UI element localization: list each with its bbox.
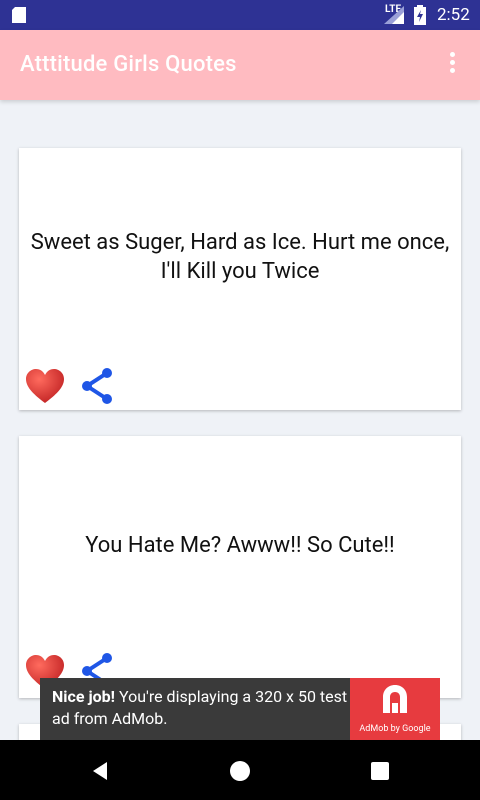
recents-icon[interactable] xyxy=(369,760,391,782)
admob-logo-icon xyxy=(383,685,407,713)
app-title: Atttitude Girls Quotes xyxy=(20,52,237,77)
more-vert-icon[interactable] xyxy=(440,50,464,80)
quote-text: Sweet as Suger, Hard as Ice. Hurt me onc… xyxy=(30,230,450,284)
heart-icon[interactable] xyxy=(25,368,65,404)
share-icon[interactable] xyxy=(79,367,115,405)
navigation-bar xyxy=(0,740,480,800)
signal-icon xyxy=(384,6,404,24)
status-bar: LTE 2:52 xyxy=(0,0,480,30)
sd-card-icon xyxy=(12,7,26,23)
ad-headline: Nice job! xyxy=(52,687,115,706)
ad-banner[interactable]: Nice job! You're displaying a 320 x 50 t… xyxy=(40,678,440,740)
clock: 2:52 xyxy=(437,5,470,25)
quote-card: You Hate Me? Awww!! So Cute!! xyxy=(19,436,461,698)
admob-caption: AdMob by Google xyxy=(359,724,431,734)
ad-text: Nice job! You're displaying a 320 x 50 t… xyxy=(52,686,352,730)
home-icon[interactable] xyxy=(229,760,251,782)
battery-icon xyxy=(414,5,426,25)
quote-card: Sweet as Suger, Hard as Ice. Hurt me onc… xyxy=(19,148,461,410)
quote-text: You Hate Me? Awww!! So Cute!! xyxy=(85,533,395,558)
back-icon[interactable] xyxy=(89,760,111,782)
admob-badge[interactable]: AdMob by Google xyxy=(350,678,440,740)
app-bar: Atttitude Girls Quotes xyxy=(0,30,480,100)
